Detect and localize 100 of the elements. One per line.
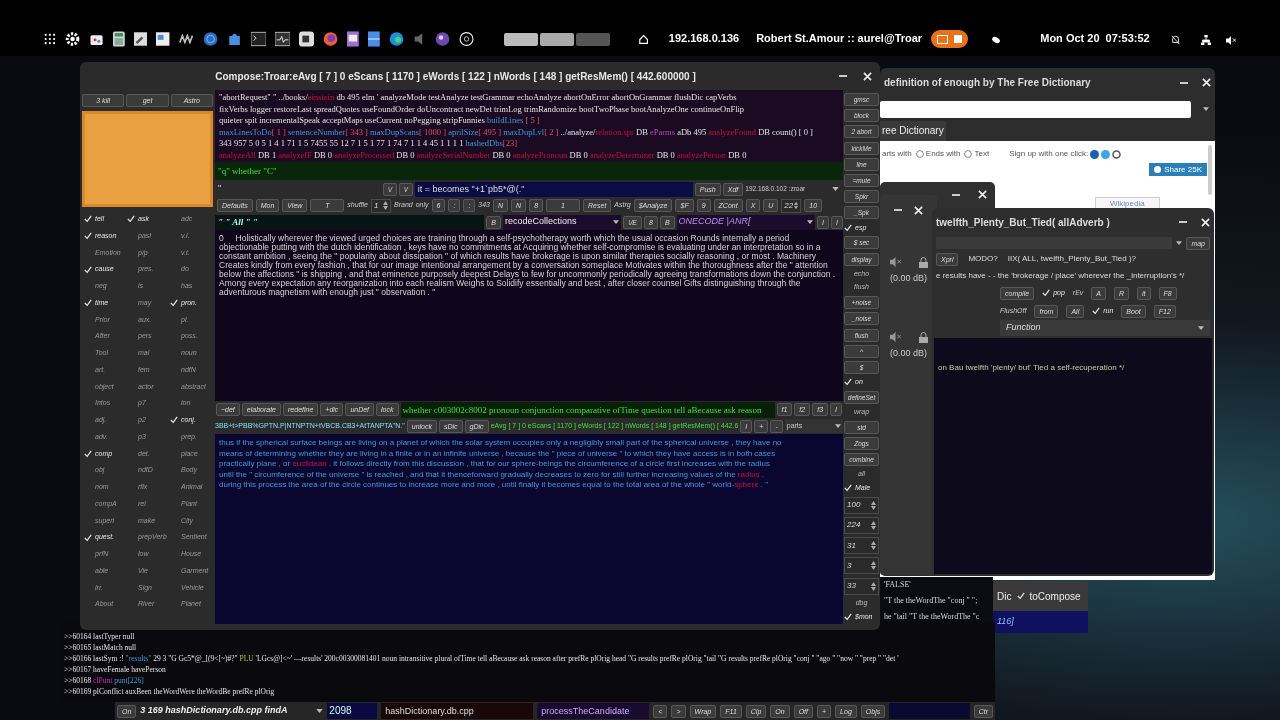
radio-icon [915, 150, 924, 158]
sentence-editor[interactable] [215, 230, 843, 401]
caret-icon [613, 220, 620, 224]
grammar-field: whether c003002c8002 pronoun conjunction comparative ofTime question tell aBecause ask reason [400, 401, 775, 418]
screencast-indicator[interactable] [931, 30, 969, 48]
spin-field[interactable]: 31 [844, 537, 879, 555]
close-icon[interactable] [978, 190, 987, 199]
lock-icon[interactable] [918, 331, 928, 343]
workspace-indicator[interactable] [539, 33, 574, 46]
check-icon [170, 416, 178, 425]
caret-icon [1176, 241, 1183, 245]
info-line: 343 957 5 0 5 1 4 1 71 1 5 7455 55 12 7 1 5 1 77 1 74 7 1 1 4 45 1 1 1 1 hashedDbs[23] [219, 138, 517, 150]
check-icon [1017, 592, 1026, 600]
info-line: "abortRequest" " ../books/einstein db 495 elm ' analyzeMode testAnalyze testGrammar echoAnalyze abortOnError abortOnGrammar flushDic capVerbs [219, 92, 737, 104]
function-field[interactable]: processTheCandidate [537, 703, 650, 719]
info-line: maxLinesToDo[ 1 ] sentenceNumber[ 343 ] maxDupScans[ 1000 ] aprilSize[ 495 ] maxDupLvl[ 2 ] ../analyze/relation.spr DB eParms aDb 495 analyzeFound DB count() [ 0 ] [219, 126, 813, 138]
check-icon [844, 484, 852, 493]
wave-icon[interactable] [388, 30, 404, 48]
bell-muted-icon[interactable] [1170, 34, 1180, 46]
close-icon[interactable] [1201, 217, 1210, 227]
spin-field[interactable]: 33 [844, 577, 879, 595]
globe-icon[interactable] [202, 30, 218, 48]
caret-icon [316, 709, 324, 713]
minimize-icon[interactable] [952, 193, 960, 196]
passage-editor[interactable] [215, 434, 843, 624]
checkbox[interactable]: toCompose [1017, 588, 1081, 604]
window-icon[interactable] [156, 31, 170, 47]
minimize-icon[interactable] [1180, 81, 1188, 84]
network-icon[interactable] [1200, 34, 1211, 46]
check-icon [844, 223, 852, 232]
radio-icon [964, 150, 973, 158]
radio-button[interactable]: Ends with [915, 148, 961, 160]
ip-address: 192.168.0.136 [668, 30, 740, 46]
social-icon [1154, 166, 1162, 173]
aperture-icon[interactable] [459, 30, 475, 48]
address-field[interactable] [880, 100, 1191, 118]
spin-field[interactable]: 1 [371, 198, 391, 213]
close-icon[interactable] [914, 205, 923, 215]
check-icon [1092, 307, 1101, 315]
clock[interactable]: Mon Oct 20 07:53:52 [1040, 29, 1150, 46]
line-field[interactable]: 2098 [327, 703, 378, 719]
monitor-icon[interactable] [275, 31, 291, 47]
window-title: definition of enough by The Free Dictionary [884, 76, 1092, 90]
speaker-muted-icon[interactable] [1225, 35, 1237, 46]
dialog-label: Dic [997, 589, 1012, 604]
share-button[interactable]: Share 25K [1149, 163, 1207, 176]
lock-icon[interactable] [918, 257, 928, 268]
spin-field[interactable]: 3 [844, 557, 879, 575]
radio-button[interactable]: Text [964, 148, 990, 160]
browser-tab[interactable]: ree Dictionary [880, 121, 946, 141]
check-icon [84, 299, 92, 308]
caret-icon [835, 424, 841, 428]
spin-field[interactable]: 100 [844, 496, 879, 514]
location-text: 3 169 hashDictionary.db.cpp findA [140, 704, 289, 718]
home-icon[interactable] [638, 34, 648, 45]
stepper-icon [871, 521, 876, 530]
collection-combo[interactable]: recodeCollections [502, 214, 622, 230]
check-icon [84, 449, 92, 458]
quote-mark: " [217, 182, 223, 196]
close-icon[interactable] [863, 71, 872, 81]
settings-icon[interactable] [64, 30, 80, 48]
volume-level: (0.00 dB) [890, 272, 927, 285]
cabinet-icon[interactable] [368, 30, 380, 48]
terminal-icon[interactable] [250, 31, 266, 47]
passage-text: thus if the spherical surface beings are living on a planet of which the solar system occupies only a negligibly small part of the spherical universe , they have no means of determining whether they are living in a finite or in an infinite universe , because the " piece of universe " to which they have access is in both cases practically plane , or euclidean . it follows directly from this discussion , that for our sphere-beings the circumference of a circle first increases with the radius until the " circumference of the universe " is reached , and that it thenceforward gradually decreases to zero for still further increasing values of the radius . during this process the area of the circle continues to increase more and more , until finally it becomes equal to the total area of the whole " world-sphere . " [219, 438, 783, 491]
mode-label: MODO? [968, 253, 998, 265]
info-line: analyzeAll DB 1 analyzeIF DB 0 analyzeProcessed DB 0 analyzeSerialNumber DB 0 analyzePronoun DB 0 analyzeDeterminer DB 0 analyzePerson DB 0 [219, 149, 747, 161]
spin-field[interactable]: 224 [844, 517, 879, 534]
window-title: Compose:Troar:eAvg [ 7 ] 0 eScans [ 1170 ] eWords [ 122 ] nWords [ 148 ] getResMem() [ 442.600000 ] [214, 69, 697, 84]
info-line: fixVerbs logger restoreLast spreadQuotes useFoundOrder doUncontract newDet trimLog trimRandomize bootTwoPhase bootAnalyzeOne continueOnFlip [219, 103, 745, 115]
satellite-icon[interactable] [991, 35, 1002, 45]
scrollbar[interactable] [1208, 145, 1212, 195]
volume-level: (0.00 dB) [890, 346, 927, 360]
code-editor[interactable]: on Bau twelfth 'plenty/ but' Tied a self-recuperation */ [934, 338, 1212, 574]
logo-icon[interactable] [178, 34, 194, 44]
terminal-line: he "tail "T the theWordThe "c [884, 611, 980, 623]
fox-icon[interactable] [323, 30, 339, 48]
stepper-icon [871, 541, 876, 551]
window-icon[interactable] [299, 30, 315, 48]
code-combo[interactable]: ONECODE |ANR[ [676, 214, 816, 230]
file-field[interactable]: hashDictionary.db.cpp [381, 703, 534, 719]
close-icon[interactable] [1202, 78, 1211, 87]
pattern-field[interactable]: " " All " " [215, 214, 485, 230]
document-icon[interactable] [347, 30, 360, 48]
calculator-icon[interactable] [112, 30, 125, 48]
terminal-line: 'FALSE' [884, 579, 911, 591]
app-grid-icon[interactable] [44, 32, 56, 46]
stepper-icon [871, 581, 876, 591]
window-title: twelfth_Plenty_But_Tied( allAdverb ) [936, 215, 1111, 230]
sphere-icon[interactable] [435, 30, 451, 48]
stepper-icon [383, 201, 388, 210]
combo-box[interactable]: Function [1000, 320, 1210, 336]
expression-field[interactable]: it = becomes "+1`pb5*@(." [414, 181, 693, 197]
check-icon [127, 215, 135, 224]
workspace-indicator[interactable] [503, 33, 538, 46]
spin-field[interactable]: 22 [781, 198, 802, 213]
wrench-icon[interactable] [133, 31, 148, 47]
stepper-icon [871, 500, 876, 510]
signup-text: Sign up with one click: [1009, 148, 1089, 160]
input-field[interactable] [889, 703, 970, 719]
